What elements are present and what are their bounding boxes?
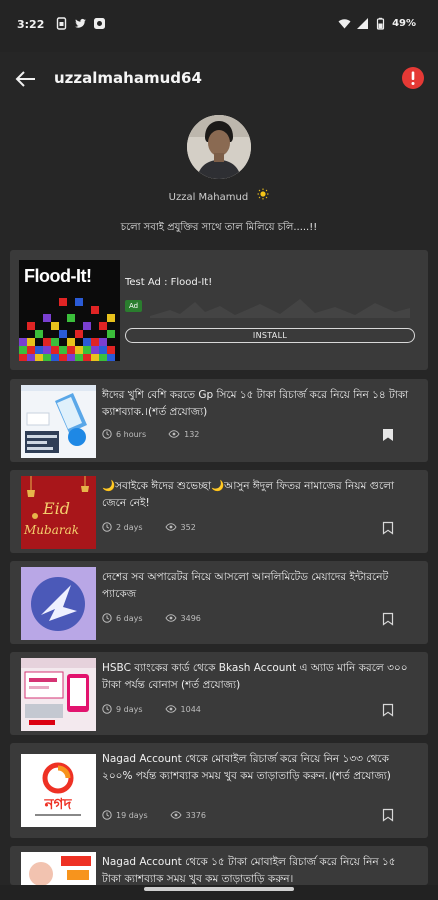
post-thumbnail: নগদ xyxy=(21,754,96,827)
post-views: 352 xyxy=(180,522,196,532)
nagad-recharge-image xyxy=(21,852,96,885)
post-views: 3496 xyxy=(180,613,201,623)
post-thumbnail: Eid Mubarak xyxy=(21,476,96,549)
ad-decoration xyxy=(150,299,410,318)
wifi-icon xyxy=(338,19,351,29)
post-title: 🌙সবাইকে ঈদের শুভেচ্ছা🌙আসুন ঈদুল ফিতর নাম… xyxy=(102,480,395,509)
arrow-left-icon xyxy=(15,71,35,87)
post-views: 132 xyxy=(184,429,200,439)
post-title: HSBC ব্যাংকের কার্ড থেকে Bkash Account এ… xyxy=(102,662,408,691)
app-icon xyxy=(94,18,105,29)
post-time: 6 hours xyxy=(116,429,147,439)
post-thumbnail xyxy=(21,567,96,640)
clock-icon xyxy=(102,704,112,714)
post-meta: 2 days 352 xyxy=(102,522,196,532)
bookmark-icon[interactable] xyxy=(382,521,394,535)
bookmark-icon[interactable] xyxy=(382,612,394,626)
twitter-icon xyxy=(75,18,86,28)
clock-icon xyxy=(102,613,112,623)
post-meta: 6 days 3496 xyxy=(102,613,201,623)
profile-name-row: Uzzal Mahamud xyxy=(0,188,438,203)
page-title: uzzalmahamud64 xyxy=(54,69,202,87)
app-header: uzzalmahamud64 xyxy=(0,52,438,106)
ad-title: Test Ad : Flood-It! xyxy=(125,277,213,288)
status-bar: 3:22 49% xyxy=(0,0,438,52)
gp-cashback-image xyxy=(21,385,96,458)
eye-icon xyxy=(164,614,177,622)
clock-icon xyxy=(102,810,112,820)
post-time: 9 days xyxy=(116,704,143,714)
sim-icon xyxy=(56,17,67,30)
profile-bio: চলো সবাই প্রযুক্তির সাথে তাল মিলিয়ে চলি… xyxy=(120,222,318,233)
profile-name: Uzzal Mahamud xyxy=(168,192,249,203)
eye-icon xyxy=(170,811,182,819)
post-meta: 9 days 1044 xyxy=(102,704,201,714)
flood-it-grid xyxy=(19,298,115,361)
post-title: Nagad Account থেকে মোবাইল রিচার্জ করে নি… xyxy=(102,753,391,782)
alert-icon[interactable] xyxy=(401,66,425,90)
post-card[interactable]: HSBC ব্যাংকের কার্ড থেকে Bkash Account এ… xyxy=(10,652,428,735)
sun-icon xyxy=(257,188,269,200)
eye-icon xyxy=(168,430,180,438)
ad-image: Flood-It! xyxy=(19,260,120,361)
post-time: 2 days xyxy=(116,522,143,532)
ad-badge: Ad xyxy=(125,300,142,312)
post-views: 3376 xyxy=(185,810,206,820)
clock-icon xyxy=(102,429,112,439)
home-gesture-handle[interactable] xyxy=(144,887,294,891)
post-card[interactable]: দেশের সব অপারেটর নিয়ে আসলো আনলিমিটেড মে… xyxy=(10,561,428,644)
post-views: 1044 xyxy=(180,704,201,714)
post-meta: 19 days 3376 xyxy=(102,810,206,820)
battery-icon xyxy=(376,17,385,30)
clock-icon xyxy=(102,522,112,532)
post-time: 19 days xyxy=(116,810,148,820)
signal-icon xyxy=(357,18,369,29)
eye-icon xyxy=(164,705,177,713)
bookmark-filled-icon[interactable] xyxy=(382,428,394,442)
post-card[interactable]: Eid Mubarak 🌙সবাইকে ঈদের শুভেচ্ছা🌙আসুন ঈ… xyxy=(10,470,428,553)
system-icons: 49% xyxy=(338,17,416,30)
post-meta: 6 hours 132 xyxy=(102,429,199,439)
bookmark-icon[interactable] xyxy=(382,808,394,822)
internet-package-image xyxy=(21,567,96,640)
post-card[interactable]: নগদ Nagad Account থেকে মোবাইল রিচার্জ কর… xyxy=(10,743,428,838)
status-time: 3:22 xyxy=(17,18,45,31)
bookmark-icon[interactable] xyxy=(382,703,394,717)
nagad-image: নগদ xyxy=(21,754,96,827)
post-thumbnail xyxy=(21,385,96,458)
post-time: 6 days xyxy=(116,613,143,623)
back-button[interactable] xyxy=(12,65,40,93)
thumb-nagad-text: নগদ xyxy=(44,795,73,813)
hsbc-bkash-image xyxy=(21,658,96,731)
install-button[interactable]: INSTALL xyxy=(125,328,415,343)
thumb-mubarak-text: Mubarak xyxy=(23,523,79,537)
post-thumbnail xyxy=(21,658,96,731)
post-title: Nagad Account থেকে ১৫ টাকা মোবাইল রিচার্… xyxy=(102,856,396,885)
thumb-eid-text: Eid xyxy=(42,499,70,518)
post-thumbnail xyxy=(21,852,96,885)
post-card[interactable]: Nagad Account থেকে ১৫ টাকা মোবাইল রিচার্… xyxy=(10,846,428,885)
battery-percent: 49% xyxy=(392,18,416,29)
eid-mubarak-image: Eid Mubarak xyxy=(21,476,96,549)
ad-card[interactable]: Flood-It! Test Ad: Flood-It! Ad INSTALL xyxy=(10,250,428,370)
post-title: ঈদের খুশি বেশি করতে Gp সিমে ১৫ টাকা রিচা… xyxy=(102,389,409,418)
avatar-photo xyxy=(187,115,251,179)
avatar[interactable] xyxy=(187,115,251,179)
post-card[interactable]: ঈদের খুশি বেশি করতে Gp সিমে ১৫ টাকা রিচা… xyxy=(10,379,428,462)
eye-icon xyxy=(164,523,177,531)
post-title: দেশের সব অপারেটর নিয়ে আসলো আনলিমিটেড মে… xyxy=(102,571,389,600)
notification-icons xyxy=(55,17,106,30)
